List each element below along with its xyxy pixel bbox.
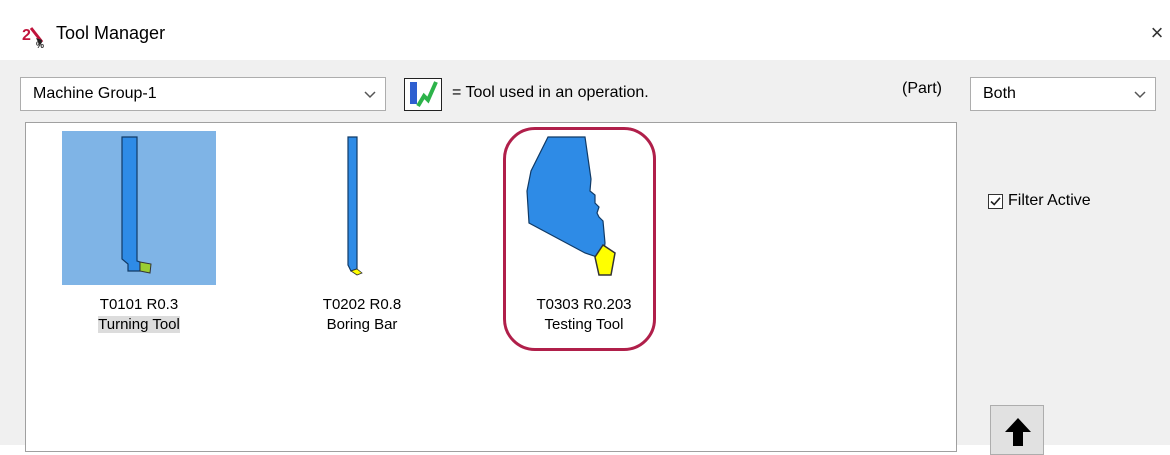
part-label: (Part)	[902, 80, 942, 97]
tool-manager-icon: 2 %	[22, 27, 44, 48]
chevron-down-icon	[364, 91, 376, 99]
filter-active-label: Filter Active	[1008, 192, 1091, 209]
machine-group-select[interactable]: Machine Group-1	[20, 77, 386, 111]
testing-tool-icon	[526, 136, 616, 276]
tool-item-t0101[interactable]: T0101 R0.3 Turning Tool	[62, 131, 216, 333]
tool-list-panel[interactable]: T0101 R0.3 Turning Tool T0202 R0.8 Borin…	[25, 122, 957, 452]
tool-name: Boring Bar	[326, 316, 398, 333]
chevron-down-icon	[1134, 91, 1146, 99]
svg-text:%: %	[36, 40, 44, 48]
legend-text: = Tool used in an operation.	[452, 84, 649, 101]
filter-select-value: Both	[983, 85, 1016, 102]
tool-number: T0202 R0.8	[322, 296, 402, 313]
arrow-up-icon	[1005, 418, 1031, 446]
tool-item-t0303[interactable]: T0303 R0.203 Testing Tool	[507, 131, 661, 333]
tool-name: Turning Tool	[98, 316, 180, 333]
window-title: Tool Manager	[56, 23, 166, 43]
svg-text:2: 2	[22, 27, 31, 44]
tool-number: T0101 R0.3	[99, 296, 179, 313]
tool-thumbnail	[507, 131, 661, 285]
tool-thumbnail	[285, 131, 439, 285]
tool-thumbnail	[62, 131, 216, 285]
filter-select[interactable]: Both	[970, 77, 1156, 111]
machine-group-value: Machine Group-1	[33, 85, 157, 102]
tool-used-indicator-icon	[404, 78, 442, 111]
title-bar: 2 % Tool Manager ×	[0, 0, 1170, 60]
close-button[interactable]: ×	[1146, 20, 1168, 46]
move-up-button[interactable]	[990, 405, 1044, 455]
turning-tool-icon	[121, 136, 152, 274]
tool-name: Testing Tool	[544, 316, 624, 333]
tool-item-t0202[interactable]: T0202 R0.8 Boring Bar	[285, 131, 439, 333]
boring-bar-icon	[347, 136, 363, 276]
tool-number: T0303 R0.203	[536, 296, 632, 313]
checkbox-checked-icon[interactable]	[988, 194, 1003, 209]
